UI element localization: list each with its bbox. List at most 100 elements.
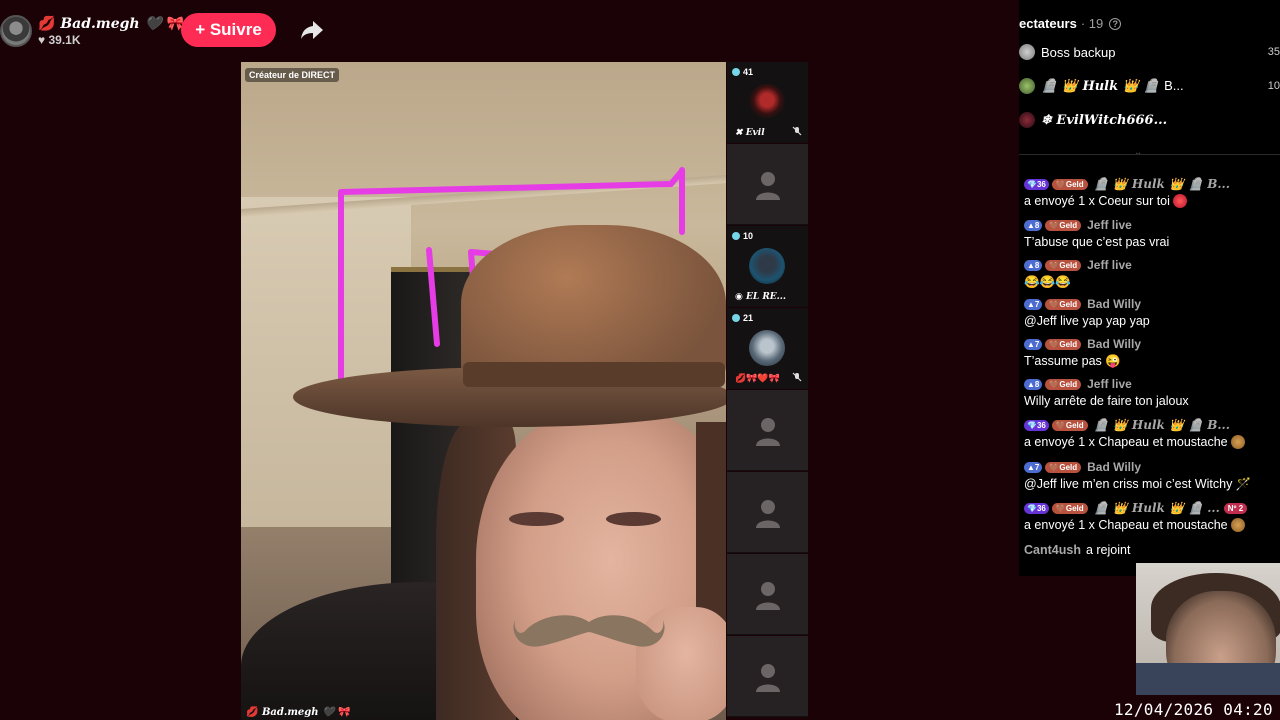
chat-text: T’assume pas 😜 <box>1024 354 1121 368</box>
chat-username: 🪦 👑 Hulk 👑 🪦 B... <box>1093 418 1230 432</box>
viewers-title-text: ectateurs <box>1019 16 1077 31</box>
viewer-name-text: EvilWitch666... <box>1056 112 1168 128</box>
viewers-count: · 19 <box>1080 16 1104 31</box>
level-badge: ▲ 8 <box>1024 378 1043 390</box>
guest-slot-6[interactable] <box>727 472 808 553</box>
level-value: 36 <box>1036 420 1046 430</box>
chat-meta: 💎 36 🤎 Geld 🪦 👑 Hulk 👑 🪦 ... Nº 2 <box>1024 500 1280 516</box>
streamer-webcam <box>1136 563 1280 695</box>
fan-badge-text: Geld <box>1065 420 1084 430</box>
join-text: a rejoint <box>1085 543 1131 557</box>
guest-name: 💋🎀❤️🎀 <box>735 374 780 384</box>
guest-slot-8[interactable] <box>727 636 808 717</box>
fan-badge-text: Geld <box>1059 299 1078 309</box>
chevron-down-icon[interactable]: ⌄ <box>1134 147 1142 158</box>
fan-badge: 🤎 Geld <box>1051 502 1088 514</box>
chat-text-value: @Jeff live m’en criss moi c’est Witchy <box>1024 477 1233 491</box>
viewer-name: ❄ EvilWitch666... <box>1041 112 1168 128</box>
fan-badge: 🤎 Geld <box>1045 219 1082 231</box>
guest-slot-2[interactable] <box>727 144 808 225</box>
share-icon[interactable] <box>300 19 324 41</box>
viewer-avatar <box>1019 112 1035 128</box>
guest-slot-4[interactable]: 21 💋🎀❤️🎀 <box>727 308 808 389</box>
empty-seat-icon <box>756 172 780 200</box>
guest-name-text: EL RE... <box>746 292 787 302</box>
level-badge: ▲ 7 <box>1024 338 1043 350</box>
guest-count: 21 <box>743 313 754 323</box>
fan-badge: 🤎 Geld <box>1045 378 1082 390</box>
help-icon[interactable]: ? <box>1109 18 1122 30</box>
fan-badge: 🤎 Geld <box>1045 259 1082 271</box>
video-caption: 💋 Bad.megh 🖤 🎀 <box>246 707 350 718</box>
chat-text: a envoyé 1 x Coeur sur toi <box>1024 194 1280 208</box>
guest-slot-1[interactable]: 41 ✖ Evil <box>727 62 808 143</box>
chat-message[interactable]: ▲ 8 🤎 Geld Jeff live T’abuse que c’est pas… <box>1024 217 1280 249</box>
empty-seat-icon <box>756 418 780 446</box>
level-value: 36 <box>1036 179 1046 189</box>
chat-text-value: a envoyé 1 x Coeur sur toi <box>1024 194 1170 208</box>
chat-message[interactable]: ▲ 8 🤎 Geld Jeff live 😂😂😂 <box>1024 257 1280 290</box>
join-notice: Cant4ush a rejoint <box>1024 543 1130 557</box>
guest-slot-5[interactable] <box>727 390 808 471</box>
chat-text: a envoyé 1 x Chapeau et moustache <box>1024 518 1280 532</box>
chat-text-value: a envoyé 1 x Chapeau et moustache <box>1024 518 1228 532</box>
hat-effect-band <box>463 362 725 387</box>
join-username[interactable]: Cant4ush <box>1024 543 1081 557</box>
creator-badge: Créateur de DIRECT <box>245 68 340 82</box>
viewer-name: Boss backup <box>1041 44 1116 60</box>
host-avatar[interactable] <box>0 15 32 47</box>
chat-message[interactable]: 💎 36 🤎 Geld 🪦 👑 Hulk 👑 🪦 B... a envoyé 1 x… <box>1024 176 1280 208</box>
viewer-name-suffix: B... <box>1164 78 1184 93</box>
guest-count: 10 <box>743 231 754 241</box>
host-info: 💋 Bad.megh 🖤 🎀 ♥ 39.1K <box>38 16 184 47</box>
viewer-row[interactable]: ❄ EvilWitch666... <box>1019 107 1280 133</box>
chat-message[interactable]: 💎 36 🤎 Geld 🪦 👑 Hulk 👑 🪦 ... Nº 2 a envoyé… <box>1024 500 1280 532</box>
guest-count: 41 <box>743 67 754 77</box>
chat-username: Jeff live <box>1087 377 1132 391</box>
chat-meta: ▲ 8 🤎 Geld Jeff live <box>1024 376 1280 392</box>
chat-message[interactable]: ▲ 7 🤎 Geld Bad Willy @Jeff live yap yap ya… <box>1024 296 1280 328</box>
main-video[interactable]: Créateur de DIRECT 💋 Bad.megh 🖤 🎀 <box>241 62 726 720</box>
viewer-row[interactable]: 🪦 👑 Hulk 👑 🪦 B... 10 <box>1019 73 1280 99</box>
level-value: 36 <box>1036 503 1046 513</box>
follow-button[interactable]: + Suivre <box>181 13 276 47</box>
guest-slot-3-count: 10 <box>732 231 753 241</box>
level-value: 8 <box>1034 220 1040 230</box>
host-name-row[interactable]: 💋 Bad.megh 🖤 🎀 <box>38 16 184 32</box>
chat-meta: 💎 36 🤎 Geld 🪦 👑 Hulk 👑 🪦 B... <box>1024 417 1280 433</box>
level-badge: 💎 36 <box>1024 502 1049 514</box>
chat-meta: ▲ 7 🤎 Geld Bad Willy <box>1024 336 1280 352</box>
chat-username: Jeff live <box>1087 218 1132 232</box>
fan-badge-text: Geld <box>1065 179 1084 189</box>
chat-text-value: a envoyé 1 x Chapeau et moustache <box>1024 435 1228 449</box>
chat-message[interactable]: ▲ 7 🤎 Geld Bad Willy T’assume pas 😜 <box>1024 336 1280 369</box>
level-value: 7 <box>1034 299 1040 309</box>
level-badge: ▲ 7 <box>1024 461 1043 473</box>
level-badge: ▲ 8 <box>1024 259 1043 271</box>
level-badge: ▲ 7 <box>1024 298 1043 310</box>
viewer-dot-icon <box>732 232 740 240</box>
likes-heart-icon: ♥ <box>38 32 46 47</box>
chat-text: @Jeff live yap yap yap <box>1024 314 1150 328</box>
guest-name: ◉ EL RE... <box>735 292 787 302</box>
guest-slot-3[interactable]: 10 ◉ EL RE... <box>727 226 808 307</box>
chat-text: 😂😂😂 <box>1024 275 1071 289</box>
chat-message[interactable]: 💎 36 🤎 Geld 🪦 👑 Hulk 👑 🪦 B... a envoyé 1 x… <box>1024 417 1280 449</box>
fan-badge-text: Geld <box>1059 339 1078 349</box>
chat-username: 🪦 👑 Hulk 👑 🪦 B... <box>1093 177 1230 191</box>
level-value: 7 <box>1034 339 1040 349</box>
chat-message[interactable]: ▲ 7 🤎 Geld Bad Willy @Jeff live m’en criss… <box>1024 459 1280 492</box>
viewer-row[interactable]: Boss backup 35 <box>1019 39 1280 65</box>
chat-meta: ▲ 8 🤎 Geld Jeff live <box>1024 257 1280 273</box>
level-badge: 💎 36 <box>1024 419 1049 431</box>
chat-meta: 💎 36 🤎 Geld 🪦 👑 Hulk 👑 🪦 B... <box>1024 176 1280 192</box>
guest-slot-7[interactable] <box>727 554 808 635</box>
heart-icon: 🖤 <box>144 15 162 32</box>
lips-icon: 💋 <box>38 15 56 32</box>
chat-username: Bad Willy <box>1087 337 1142 351</box>
chat-username-text: Hulk <box>1131 501 1165 515</box>
video-caption-name: Bad.megh <box>261 707 319 718</box>
side-panel: ectateurs · 19? Boss backup 35 🪦 👑 Hulk 👑… <box>1019 0 1280 576</box>
chat-message[interactable]: ▲ 8 🤎 Geld Jeff live Willy arrête de faire… <box>1024 376 1280 408</box>
mic-muted-icon <box>792 372 802 382</box>
